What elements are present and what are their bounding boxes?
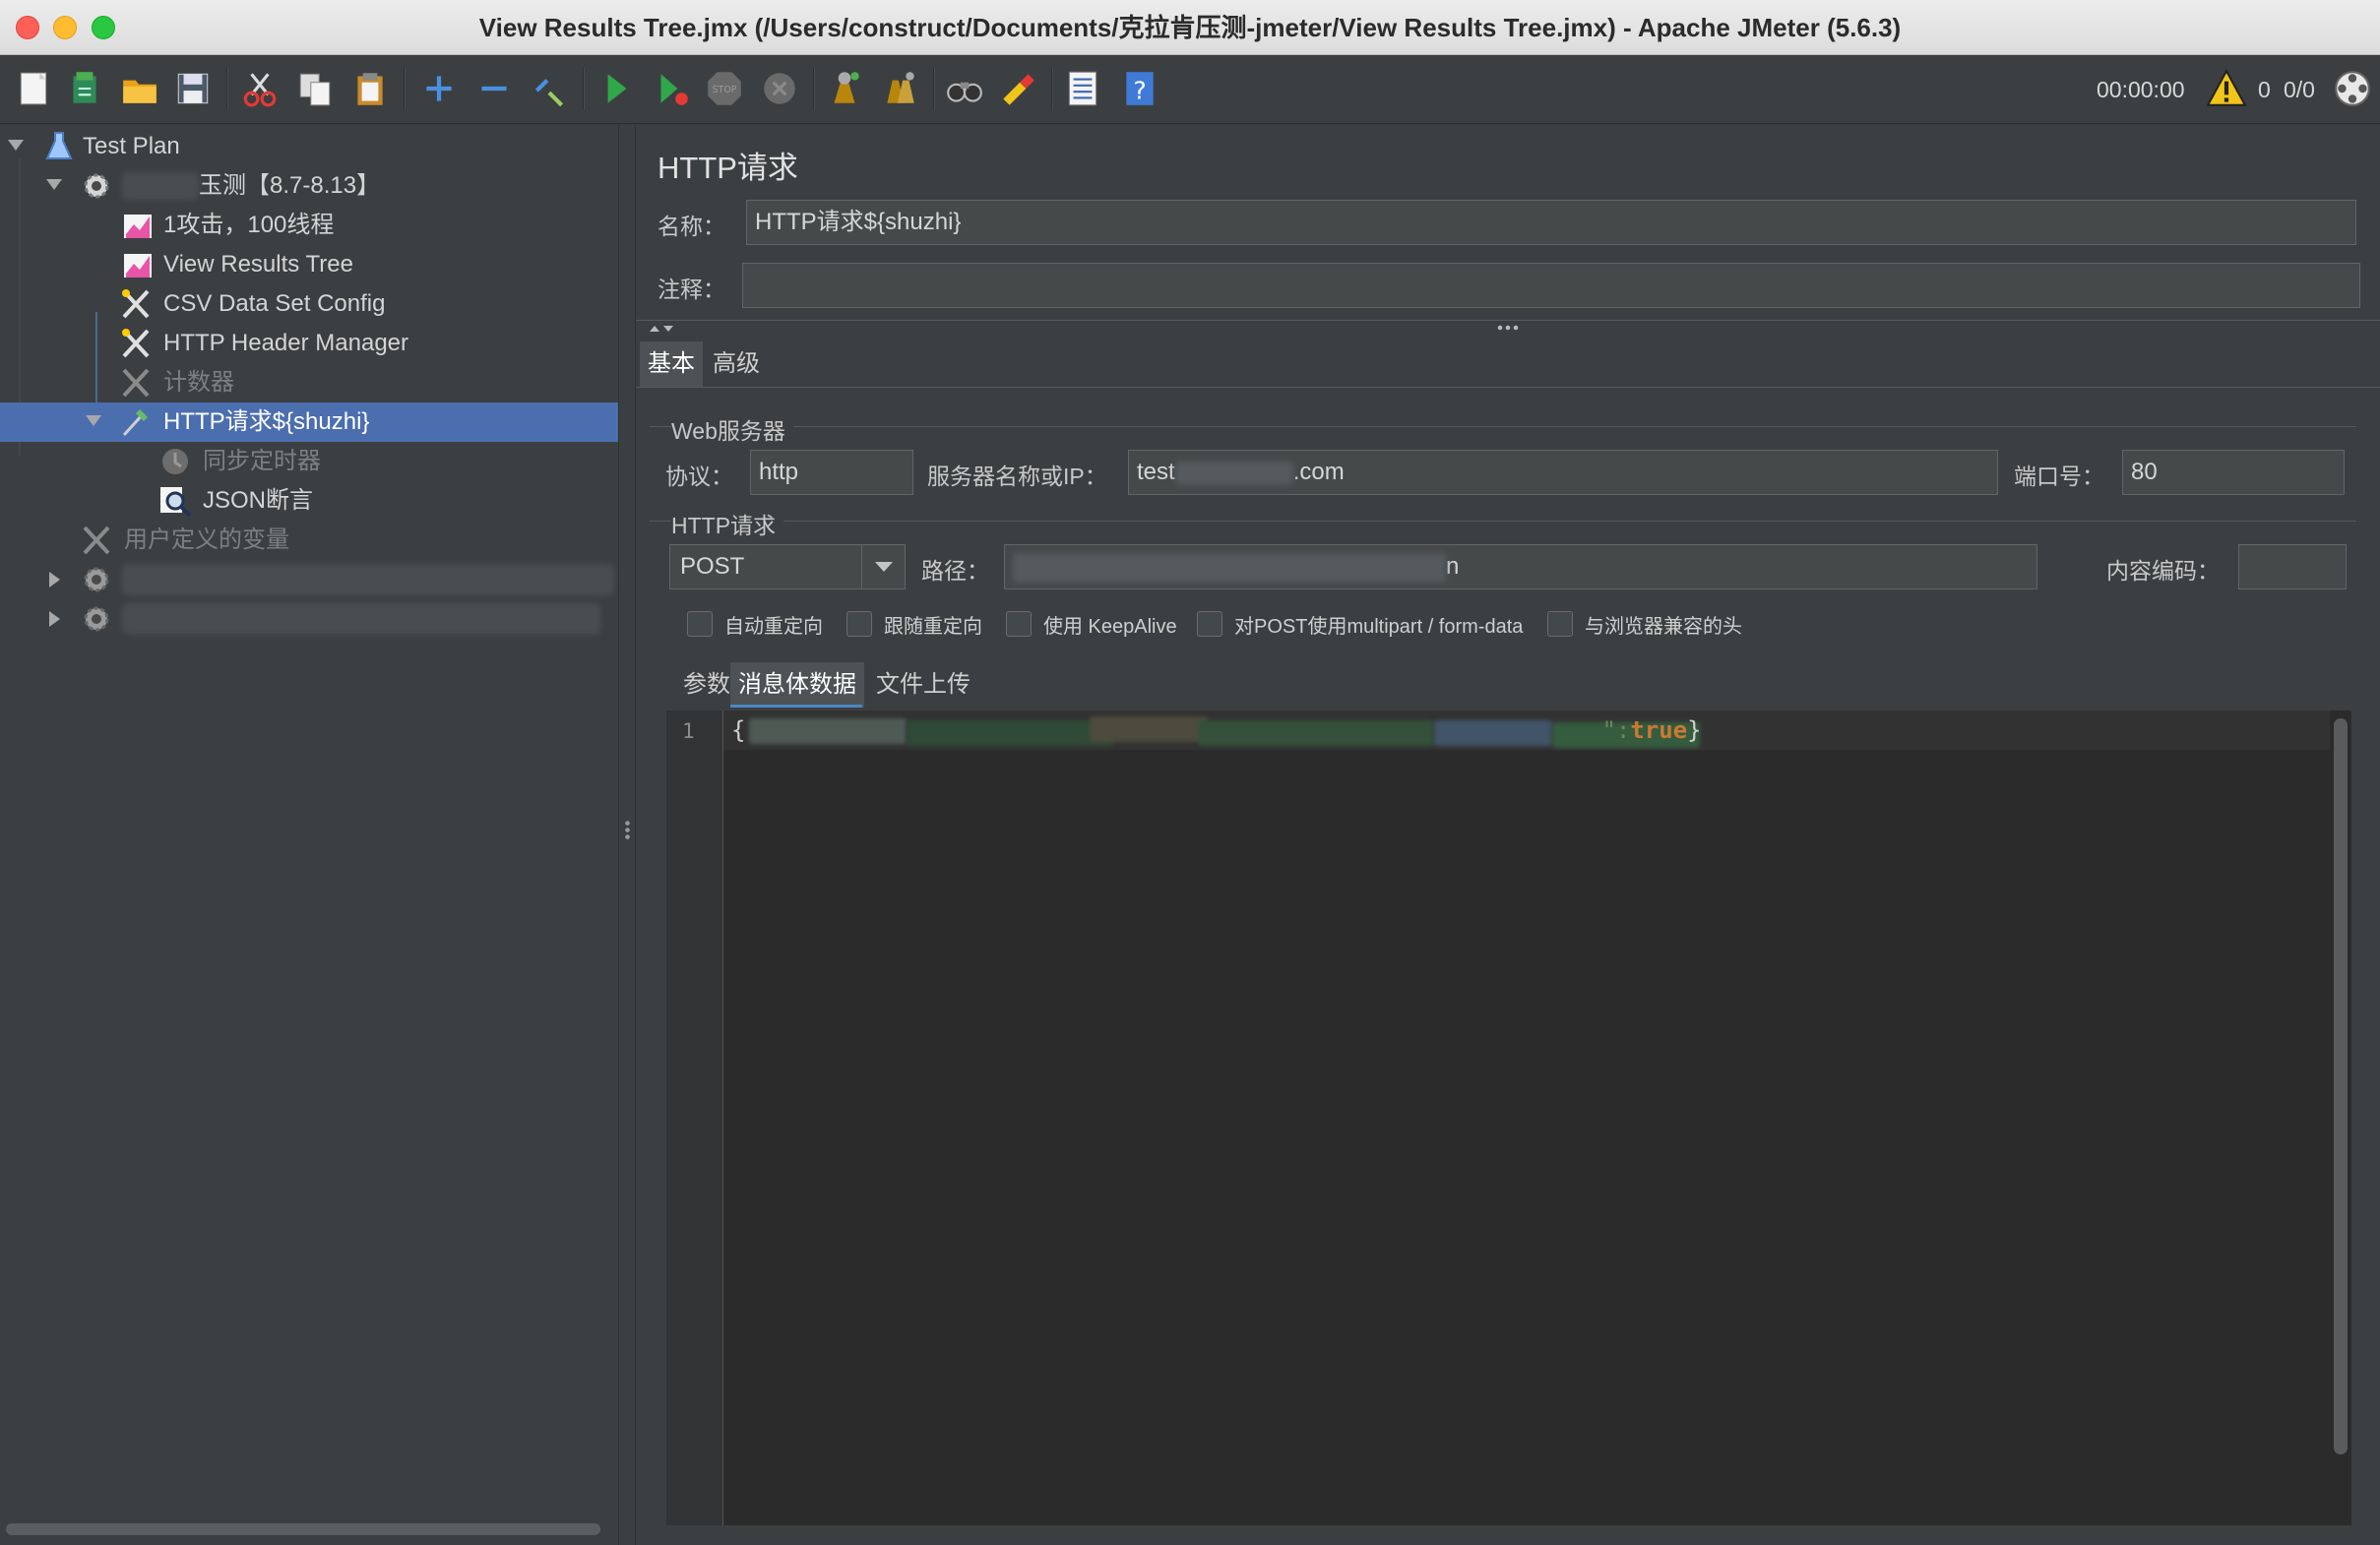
tree-item-counter[interactable]: 计数器 xyxy=(0,363,618,402)
comment-label: 注释： xyxy=(658,277,725,302)
test-plan-tree: Test Plan 玉测【8.7-8.13】 1攻击，100线程 View Re… xyxy=(0,125,618,1545)
http-request-editor: HTTP请求 名称： HTTP请求${shuzhi} 注释： 基本 高级 Web… xyxy=(636,125,2380,1545)
start-icon[interactable] xyxy=(593,65,640,112)
body-data-editor[interactable]: 1 {":true} xyxy=(666,711,2351,1525)
tab-advanced[interactable]: 高级 xyxy=(705,341,768,387)
server-name-field[interactable]: test .com xyxy=(1128,450,1998,495)
stop-icon[interactable]: STOP xyxy=(701,65,748,112)
function-helper-icon[interactable] xyxy=(1059,65,1106,112)
elapsed-timer: 00:00:00 xyxy=(2097,77,2185,102)
browser-compatible-headers-checkbox[interactable]: 与浏览器兼容的头 xyxy=(1547,609,1742,639)
new-icon[interactable] xyxy=(10,65,57,112)
cut-icon[interactable] xyxy=(236,65,283,112)
protocol-field[interactable]: http xyxy=(750,450,913,495)
active-threads: 0/0 xyxy=(2284,77,2315,102)
chevron-down-icon[interactable] xyxy=(861,545,905,588)
tab-parameters[interactable]: 参数 xyxy=(675,662,738,708)
tree-item-csv-data-set-config[interactable]: CSV Data Set Config xyxy=(0,284,618,324)
open-icon[interactable] xyxy=(116,65,163,112)
name-field[interactable]: HTTP请求${shuzhi} xyxy=(746,200,2356,245)
tree-item-http-request[interactable]: HTTP请求${shuzhi} xyxy=(0,402,618,442)
tab-body-data[interactable]: 消息体数据 xyxy=(730,662,864,708)
editor-vertical-scrollbar[interactable] xyxy=(2334,718,2348,1454)
port-field[interactable]: 80 xyxy=(2122,450,2345,495)
toggle-icon[interactable] xyxy=(526,65,573,112)
comment-field[interactable] xyxy=(742,263,2360,308)
clear-icon[interactable] xyxy=(821,65,868,112)
warning-icon[interactable] xyxy=(2205,67,2248,110)
config-icon xyxy=(118,287,154,321)
tab-basic[interactable]: 基本 xyxy=(640,341,703,387)
divider-grip-icon[interactable] xyxy=(1496,324,1520,332)
thread-group-icon xyxy=(79,169,114,203)
copy-icon[interactable] xyxy=(291,65,339,112)
shutdown-icon[interactable] xyxy=(756,65,803,112)
thread-group-icon xyxy=(79,563,114,596)
assertion-icon xyxy=(157,484,193,518)
tree-item-listener[interactable]: 1攻击，100线程 xyxy=(0,206,618,245)
templates-icon[interactable] xyxy=(61,65,108,112)
remote-status-icon xyxy=(2329,65,2376,112)
error-count: 0 xyxy=(2258,77,2271,102)
tree-item-view-results-tree[interactable]: View Results Tree xyxy=(0,245,618,284)
tab-file-upload[interactable]: 文件上传 xyxy=(868,662,978,708)
tree-item-thread-group[interactable]: 玉测【8.7-8.13】 xyxy=(0,166,618,206)
protocol-label: 协议： xyxy=(665,464,733,489)
search-icon[interactable] xyxy=(941,65,988,112)
svg-text:?: ? xyxy=(1133,77,1146,105)
clear-all-icon[interactable] xyxy=(876,65,923,112)
collapse-arrows-icon[interactable] xyxy=(648,322,677,334)
tree-item-sync-timer[interactable]: 同步定时器 xyxy=(0,442,618,481)
path-label: 路径： xyxy=(921,558,989,584)
expand-icon[interactable] xyxy=(415,65,463,112)
tree-item-user-defined-variables[interactable]: 用户定义的变量 xyxy=(0,521,618,560)
paste-icon[interactable] xyxy=(346,65,394,112)
config-icon xyxy=(118,327,154,360)
multipart-checkbox[interactable]: 对POST使用multipart / form-data xyxy=(1197,609,1523,639)
tree-horizontal-scrollbar[interactable] xyxy=(6,1523,600,1535)
keepalive-checkbox[interactable]: 使用 KeepAlive xyxy=(1006,609,1177,639)
test-plan-icon xyxy=(41,130,77,163)
method-select[interactable]: POST xyxy=(669,544,906,589)
reset-search-icon[interactable] xyxy=(994,65,1041,112)
config-icon xyxy=(118,366,154,400)
server-name-label: 服务器名称或IP： xyxy=(927,464,1107,489)
web-server-group-title: Web服务器 xyxy=(671,412,793,446)
code-text: {":true} xyxy=(731,716,1702,744)
sampler-icon xyxy=(118,405,154,439)
tree-item-json-assertion[interactable]: JSON断言 xyxy=(0,481,618,521)
splitter-grip-icon xyxy=(625,820,630,841)
panel-title: HTTP请求 xyxy=(658,151,798,185)
toolbar: STOP ? 00:00:00 0 0/0 xyxy=(0,55,2380,124)
config-icon xyxy=(79,524,114,557)
http-request-group-title: HTTP请求 xyxy=(671,507,784,540)
tree-item-thread-group-3[interactable] xyxy=(0,599,618,639)
window-title: View Results Tree.jmx (/Users/construct/… xyxy=(478,13,1902,42)
line-gutter: 1 xyxy=(666,711,723,1525)
port-label: 端口号： xyxy=(2014,464,2104,489)
path-field[interactable]: n xyxy=(1004,544,2037,589)
svg-text:STOP: STOP xyxy=(713,85,737,95)
save-icon[interactable] xyxy=(169,65,217,112)
auto-redirect-checkbox[interactable]: 自动重定向 xyxy=(687,609,823,639)
content-encoding-label: 内容编码： xyxy=(2106,558,2220,584)
tree-item-thread-group-2[interactable] xyxy=(0,560,618,599)
panel-splitter[interactable] xyxy=(618,125,636,1545)
tree-item-http-header-manager[interactable]: HTTP Header Manager xyxy=(0,324,618,363)
name-label: 名称： xyxy=(658,214,725,239)
thread-group-icon xyxy=(79,602,114,636)
tree-item-test-plan[interactable]: Test Plan xyxy=(0,127,618,166)
start-no-pauses-icon[interactable] xyxy=(648,65,695,112)
help-icon[interactable]: ? xyxy=(1116,65,1163,112)
listener-icon xyxy=(120,209,156,242)
listener-icon xyxy=(120,248,156,281)
follow-redirect-checkbox[interactable]: 跟随重定向 xyxy=(846,609,982,639)
collapse-icon[interactable] xyxy=(470,65,518,112)
timer-icon xyxy=(157,445,193,478)
content-encoding-field[interactable] xyxy=(2238,544,2347,589)
title-bar: View Results Tree.jmx (/Users/construct/… xyxy=(0,0,2380,55)
